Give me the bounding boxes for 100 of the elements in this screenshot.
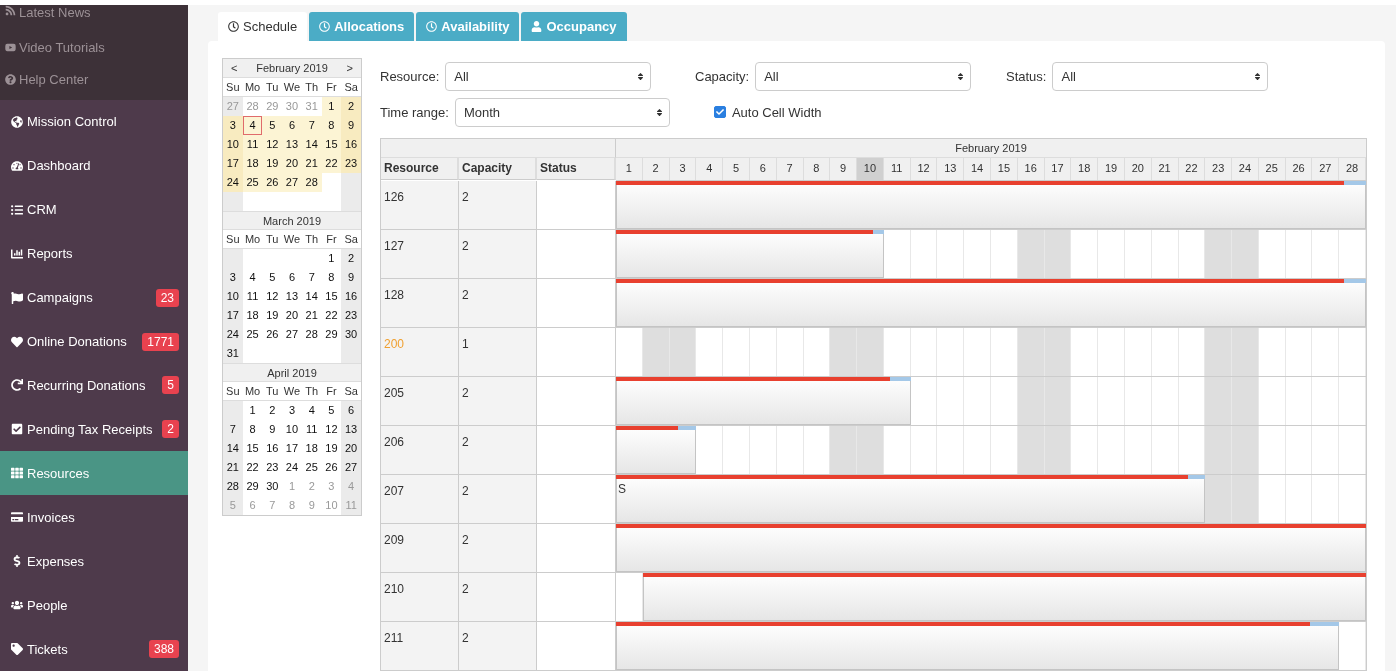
resource-name: 127	[384, 239, 405, 253]
calendar-day[interactable]: 24	[223, 173, 243, 192]
menu-item-label: Tickets	[27, 641, 69, 657]
filter-label: Resource:	[380, 68, 440, 84]
resource-select[interactable]: All	[445, 61, 652, 91]
time-range-select[interactable]: Month	[454, 97, 670, 127]
filter-label: Status:	[1006, 68, 1047, 84]
resource-name: 126	[384, 190, 405, 204]
sidebar-item[interactable]: Dashboard	[0, 143, 188, 188]
calendar-day[interactable]: 16	[341, 135, 361, 154]
resource-name: 209	[384, 533, 405, 547]
column-header: Status	[537, 158, 616, 180]
calendar-day[interactable]: 3	[223, 116, 243, 135]
calendar-day[interactable]: 14	[223, 439, 243, 458]
previous-month-button[interactable]: <	[231, 62, 238, 74]
calendar-day[interactable]: 10	[223, 287, 243, 306]
capacity-cell: 2	[459, 622, 537, 671]
sidebar-item[interactable]: Expenses	[0, 539, 188, 584]
calendar-day[interactable]: 6	[282, 116, 302, 135]
day-header: 22	[1178, 158, 1206, 180]
count-badge: 23	[155, 288, 179, 307]
calendar-day[interactable]: 3	[223, 268, 243, 287]
day-header: 20	[1124, 158, 1152, 180]
count-badge: 5	[162, 376, 179, 395]
menu-item-label: Campaigns	[27, 290, 94, 306]
sidebar-item[interactable]: Mission Control	[0, 100, 188, 144]
menu-item-label: Online Donations	[27, 334, 128, 350]
day-header: 28	[1339, 158, 1366, 180]
calendar-day[interactable]: 7	[223, 420, 243, 439]
calendar-day[interactable]: 9	[341, 268, 361, 287]
calendar-day[interactable]: 17	[223, 154, 243, 173]
calendar-day[interactable]: 21	[223, 458, 243, 477]
day-header: 23	[1205, 158, 1233, 180]
tab[interactable]: Schedule	[218, 12, 308, 41]
column-header: Resource	[381, 158, 459, 180]
sidebar-item[interactable]: Invoices	[0, 495, 188, 540]
sidebar-item[interactable]: Tickets 388	[0, 627, 188, 671]
day-header: 13	[937, 158, 965, 180]
day-header: 25	[1258, 158, 1286, 180]
status-select[interactable]: All	[1052, 61, 1269, 91]
day-header: 15	[991, 158, 1018, 180]
calendar-day[interactable]: 23	[341, 154, 361, 173]
calendar-day[interactable]: 31	[223, 344, 243, 363]
calendar-title: March 2019	[261, 214, 323, 227]
sidebar-link[interactable]: Latest News	[5, 5, 188, 31]
calendar-day[interactable]: 24	[223, 325, 243, 344]
calendar-day[interactable]: 9	[341, 116, 361, 135]
menu-item-label: Mission Control	[27, 114, 118, 130]
sidebar-item[interactable]: Online Donations 1771	[0, 319, 188, 364]
menu-item-label: Pending Tax Receipts	[27, 421, 154, 437]
calendar-day[interactable]: 27	[282, 173, 302, 192]
month-header: February 2019	[616, 139, 1366, 158]
day-header: 26	[1285, 158, 1313, 180]
calendar-day[interactable]: 17	[223, 306, 243, 325]
calendar-day[interactable]: 19	[262, 154, 283, 173]
menu-item-label: Reports	[27, 246, 74, 262]
sidebar-item[interactable]: Recurring Donations 5	[0, 363, 188, 408]
calendar-day[interactable]: 12	[262, 135, 283, 154]
calendar-day[interactable]: 26	[262, 173, 283, 192]
day-header: 18	[1071, 158, 1099, 180]
day-header: 16	[1017, 158, 1045, 180]
capacity-select[interactable]: All	[755, 61, 972, 91]
calendar-day[interactable]: 6	[341, 401, 361, 420]
sidebar-link[interactable]: Help Center	[5, 63, 188, 96]
menu-item-label: People	[27, 597, 69, 613]
resource-name: 128	[384, 288, 405, 302]
menu-item-label: Recurring Donations	[27, 378, 147, 393]
calendar-day[interactable]: 10	[223, 135, 243, 154]
column-header: Capacity	[459, 158, 537, 180]
calendar-day[interactable]: 16	[341, 287, 361, 306]
calendar-day[interactable]: 2	[341, 249, 361, 268]
capacity-cell: 1	[459, 328, 537, 377]
capacity-cell: 2	[459, 279, 537, 328]
calendar-day[interactable]: 13	[282, 135, 302, 154]
calendar-day[interactable]: 30	[341, 325, 361, 344]
calendar-day[interactable]: 5	[262, 116, 283, 135]
count-badge: 2	[162, 420, 179, 439]
calendar-day[interactable]: 20	[282, 154, 302, 173]
day-header: 14	[964, 158, 991, 180]
sidebar-item[interactable]: Campaigns 23	[0, 275, 188, 320]
menu-item-label: Invoices	[27, 509, 76, 525]
filter-label: Capacity:	[695, 68, 750, 84]
sidebar-item[interactable]: Reports	[0, 231, 188, 276]
day-header: 10	[857, 158, 884, 180]
sidebar-link[interactable]: Video Tutorials	[5, 31, 188, 64]
sidebar-item[interactable]: Pending Tax Receipts 2	[0, 407, 188, 452]
sidebar-item[interactable]: People	[0, 583, 188, 628]
day-header: 21	[1151, 158, 1179, 180]
calendar-day[interactable]: 23	[341, 306, 361, 325]
calendar-day[interactable]: 28	[223, 477, 243, 496]
calendar-day[interactable]: 20	[341, 439, 361, 458]
menu-item-label: Dashboard	[27, 158, 92, 174]
sidebar-item[interactable]: Resources	[0, 451, 188, 496]
day-header: 9	[830, 158, 858, 180]
calendar-day[interactable]: 27	[341, 458, 361, 477]
sidebar-item[interactable]: CRM	[0, 187, 188, 232]
next-month-button[interactable]: >	[346, 62, 353, 74]
calendar-day[interactable]: 13	[341, 420, 361, 439]
day-header: 24	[1232, 158, 1259, 180]
calendar-day[interactable]: 2	[341, 97, 361, 116]
